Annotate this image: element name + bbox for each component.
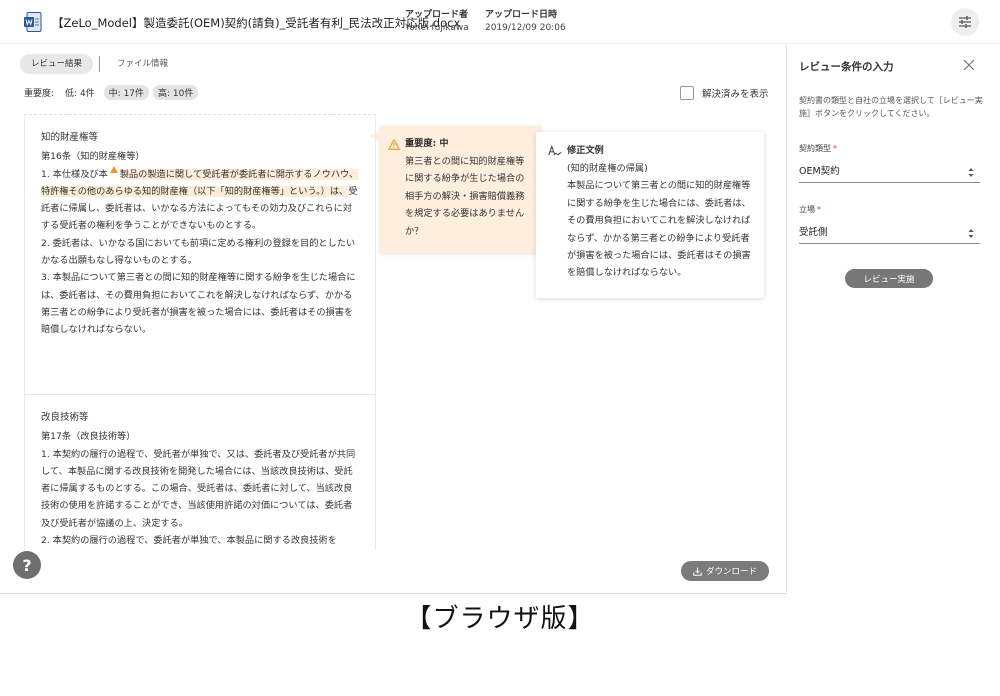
- required-mark: *: [833, 144, 837, 153]
- settings-button[interactable]: [951, 8, 979, 36]
- help-button[interactable]: ?: [13, 551, 41, 579]
- clause-paragraph: 1. 本仕様及び本 製品の製造に関して受託者が委託者に開示するノウハウ、特許権その…: [41, 165, 359, 235]
- severity-low-chip[interactable]: 低: 4件: [60, 85, 100, 100]
- revision-text: 本製品について第三者との間に知的財産権等に関する紛争を生じた場合には、委託者は、…: [567, 180, 751, 279]
- revision-header: 修正文例: [548, 144, 752, 158]
- severity-high-chip[interactable]: 高: 10件: [153, 85, 199, 100]
- issue-severity: 重要度: 中: [405, 138, 449, 149]
- uploader-label: アップロード者: [405, 10, 469, 20]
- document-pane[interactable]: 知的財産権等 第16条（知的財産権等） 1. 本仕様及び本 製品の製造に関して受託…: [24, 114, 376, 550]
- contract-type-label-text: 契約類型: [799, 144, 831, 153]
- show-resolved-checkbox[interactable]: [680, 86, 694, 100]
- clause-paragraph: 2. 本契約の履行の過程で、委託者が単独で、本製品に関する改良技術を: [41, 535, 337, 547]
- warning-icon: [388, 138, 400, 150]
- panel-title: レビュー条件の入力: [799, 61, 894, 73]
- sliders-icon: [959, 16, 971, 28]
- word-doc-icon: [24, 12, 42, 32]
- required-mark: *: [817, 205, 821, 214]
- download-icon: [693, 567, 702, 576]
- select-arrows-icon: [968, 168, 974, 177]
- clause-title: 知的財産権等: [41, 132, 99, 143]
- run-review-button[interactable]: レビュー実施: [845, 269, 933, 288]
- contract-type-label: 契約類型 *: [799, 143, 837, 154]
- show-resolved-label: 解決済みを表示: [702, 89, 769, 100]
- app-window: 【ZeLo_Model】製造委託(OEM)契約(請負)_受託者有利_民法改正対応…: [0, 0, 1000, 594]
- issue-card[interactable]: 重要度: 中 第三者との間に知的財産権等に関する紛争が生じた場合の相手方の解決・…: [370, 126, 541, 253]
- uploader-info: アップロード者 Yohei fujikawa: [405, 9, 469, 35]
- tab-file-info[interactable]: ファイル情報: [106, 54, 179, 74]
- show-resolved-toggle[interactable]: 解決済みを表示: [680, 86, 769, 100]
- clause-article: 第17条（改良技術等）: [41, 431, 136, 443]
- review-conditions-panel: レビュー条件の入力 契約書の類型と自社の立場を選択して［レビュー実施］ボタンをク…: [786, 44, 1000, 594]
- warning-icon[interactable]: [109, 165, 118, 173]
- severity-label: 重要度:: [24, 89, 55, 99]
- issue-text: 第三者との間に知的財産権等に関する紛争が生じた場合の相手方の解決・損害賠償義務を…: [405, 156, 525, 237]
- position-label-text: 立場: [799, 205, 815, 214]
- issue-header: 重要度: 中: [388, 138, 531, 150]
- position-label: 立場 *: [799, 204, 821, 215]
- clause-section: 知的財産権等 第16条（知的財産権等） 1. 本仕様及び本 製品の製造に関して受託…: [25, 115, 375, 395]
- clause-paragraph: 2. 委託者は、いかなる国においても前項に定める権利の登録を目的としたいかなる出…: [41, 237, 356, 267]
- clause-paragraph: 3. 本製品について第三者との間に知的財産権等に関する紛争を生じた場合には、委託…: [41, 272, 356, 336]
- revision-title: 修正文例: [567, 145, 604, 156]
- caption: 【ブラウザ版】: [405, 604, 595, 634]
- edit-text-icon: [548, 145, 562, 156]
- severity-summary: 重要度: 低: 4件 中: 17件 高: 10件: [24, 85, 199, 100]
- contract-type-select[interactable]: OEM契約: [799, 161, 980, 183]
- select-arrows-icon: [968, 229, 974, 238]
- clause-text: 1. 本仕様及び本: [41, 168, 108, 180]
- uploader-value: Yohei fujikawa: [405, 23, 469, 33]
- download-button[interactable]: ダウンロード: [681, 561, 769, 581]
- header: 【ZeLo_Model】製造委託(OEM)契約(請負)_受託者有利_民法改正対応…: [0, 0, 1000, 44]
- clause-paragraph: 1. 本契約の履行の過程で、受託者が単独で、又は、委託者及び受託者が共同して、本…: [41, 448, 356, 529]
- document-title: 【ZeLo_Model】製造委託(OEM)契約(請負)_受託者有利_民法改正対応…: [52, 16, 461, 30]
- upload-date-label: アップロード日時: [485, 10, 558, 20]
- revision-subtitle: (知的財産権の帰属): [567, 163, 648, 174]
- tab-divider: [99, 56, 101, 72]
- revision-body: (知的財産権の帰属) 本製品について第三者との間に知的財産権等に関する紛争を生じ…: [548, 160, 752, 282]
- tab-review-result[interactable]: レビュー結果: [20, 54, 94, 74]
- result-tabs: レビュー結果 ファイル情報: [20, 54, 179, 74]
- close-icon[interactable]: [962, 58, 976, 72]
- position-select[interactable]: 受託側: [799, 222, 980, 244]
- clause-article: 第16条（知的財産権等）: [41, 151, 145, 163]
- upload-date-info: アップロード日時 2019/12/09 20:06: [485, 9, 566, 35]
- panel-description: 契約書の類型と自社の立場を選択して［レビュー実施］ボタンをクリックしてください。: [799, 96, 983, 118]
- revision-card[interactable]: 修正文例 (知的財産権の帰属) 本製品について第三者との間に知的財産権等に関する…: [536, 132, 764, 298]
- download-label: ダウンロード: [705, 567, 757, 577]
- upload-date-value: 2019/12/09 20:06: [485, 23, 566, 33]
- contract-type-value: OEM契約: [799, 166, 840, 177]
- clause-section: 改良技術等 第17条（改良技術等） 1. 本契約の履行の過程で、受託者が単独で、…: [25, 395, 375, 549]
- clause-title: 改良技術等: [41, 412, 89, 423]
- position-value: 受託側: [799, 227, 828, 238]
- severity-mid-chip[interactable]: 中: 17件: [103, 85, 150, 100]
